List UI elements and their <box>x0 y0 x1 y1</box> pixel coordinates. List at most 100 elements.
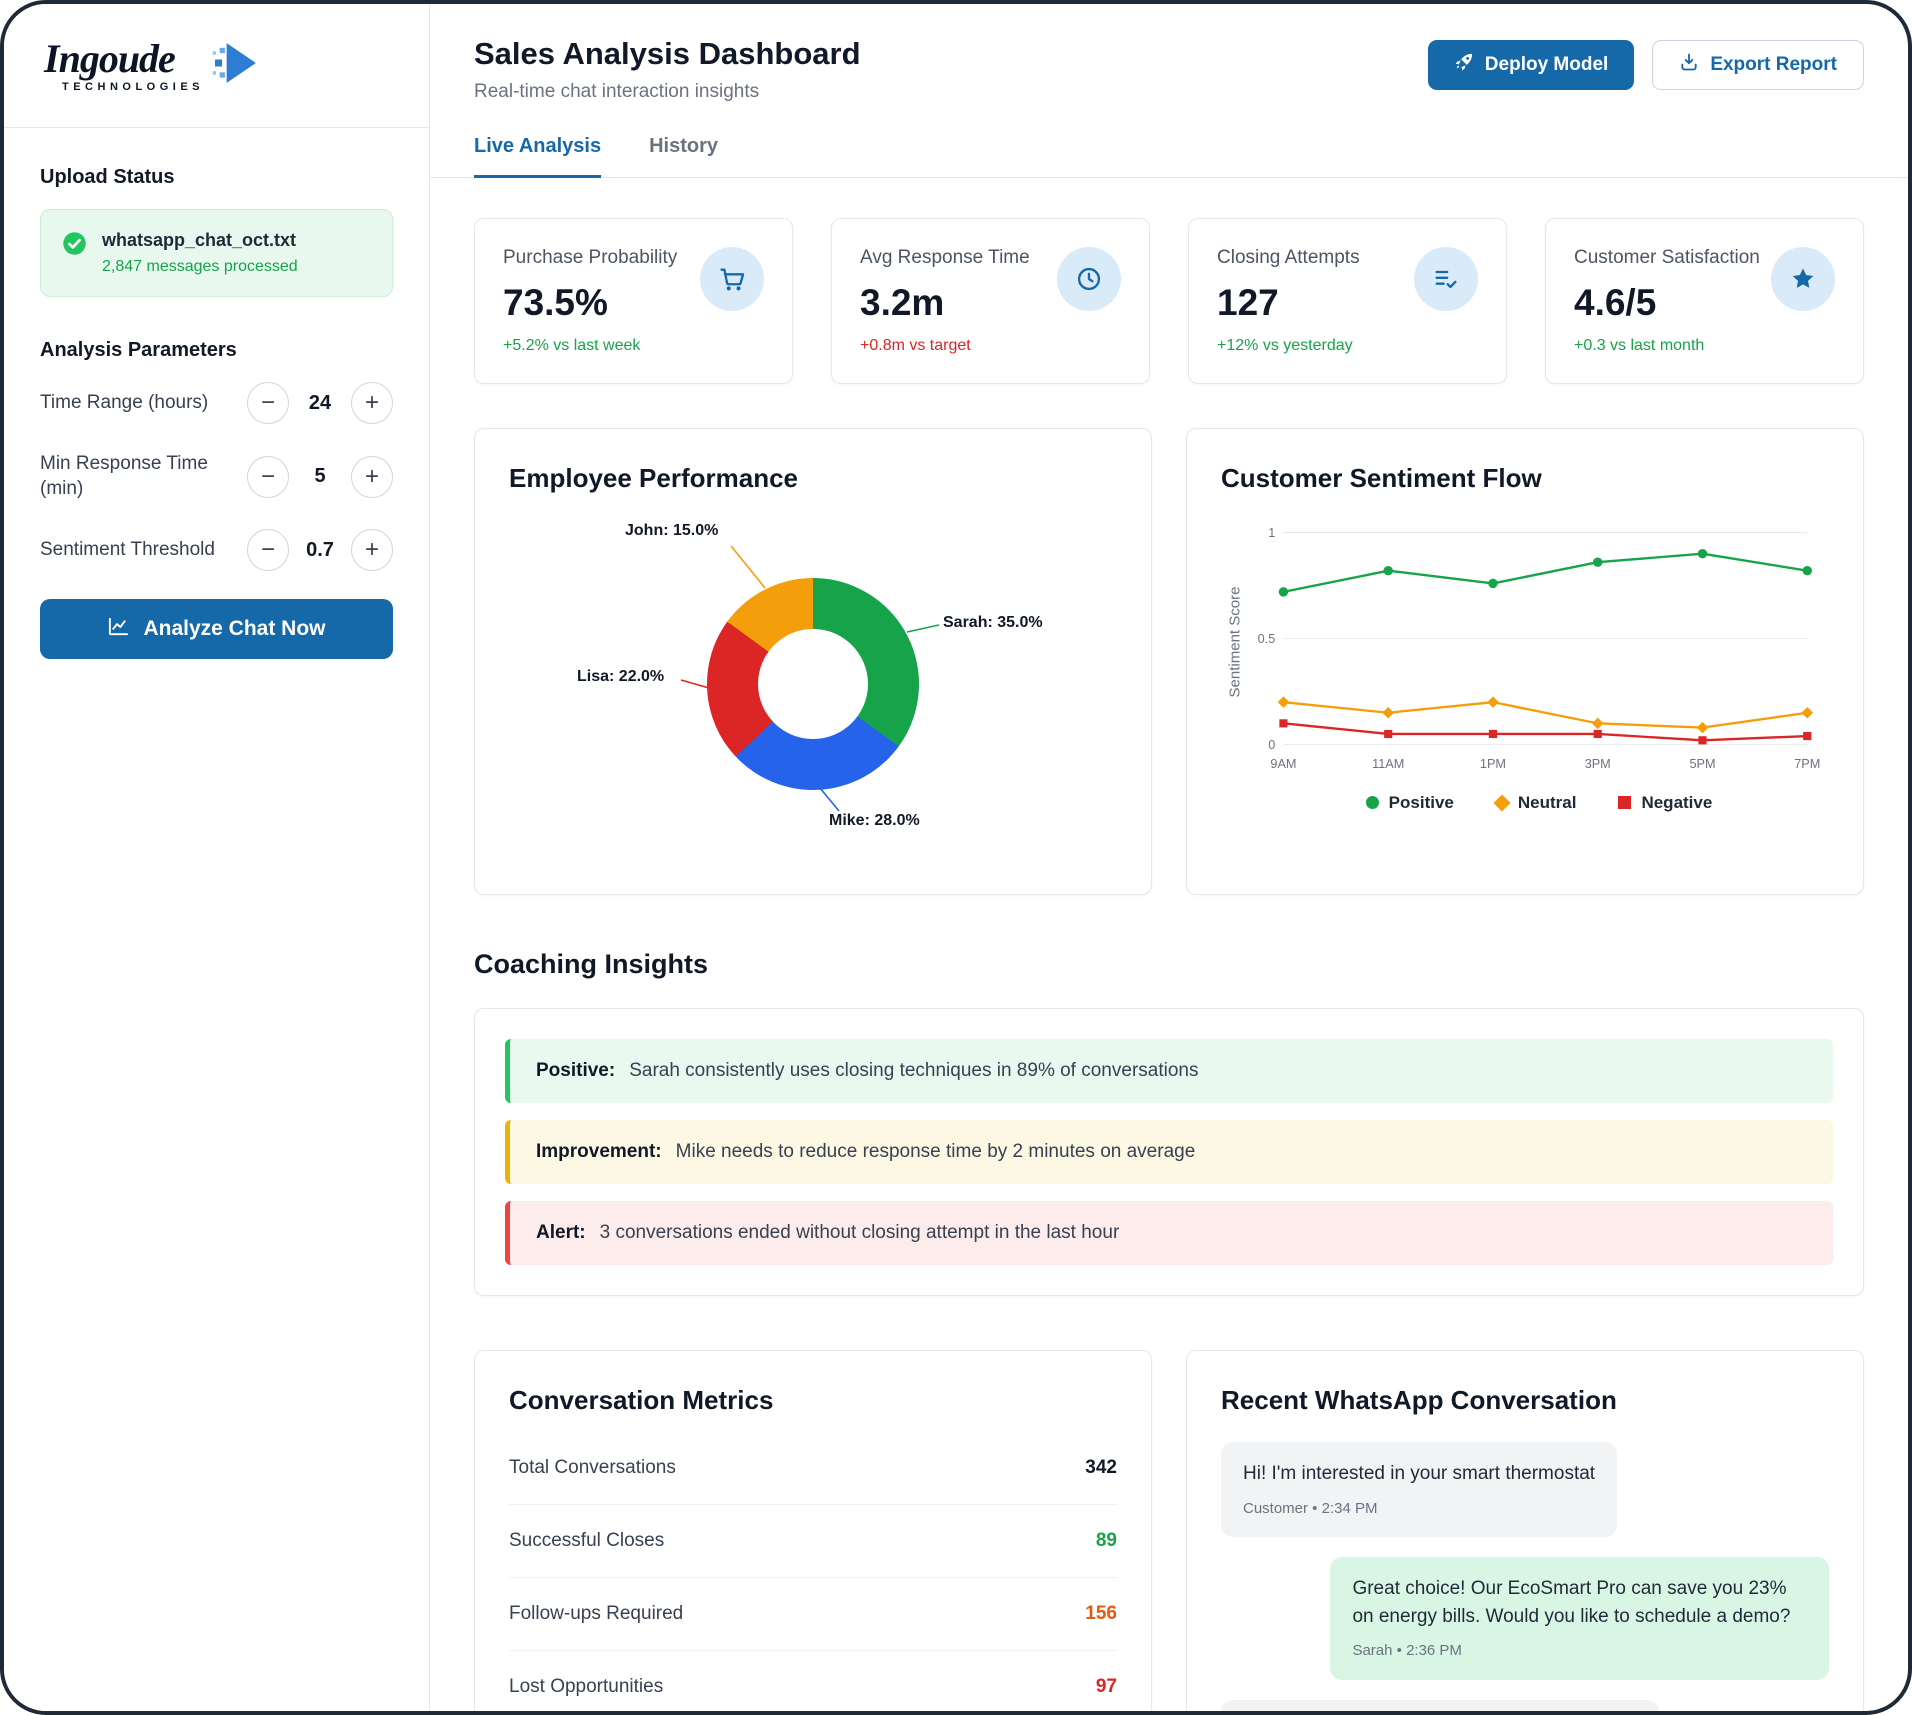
employee-performance-panel: Employee Performance Sarah: 35.0% Mike: … <box>474 428 1152 895</box>
conversation-metrics-panel: Conversation Metrics Total Conversations… <box>474 1350 1152 1711</box>
y-axis-label: Sentiment Score <box>1221 518 1249 813</box>
min-response-stepper: − 5 + <box>247 456 393 498</box>
analysis-parameters-heading: Analysis Parameters <box>40 339 393 362</box>
min-response-value: 5 <box>289 465 351 488</box>
svg-text:0: 0 <box>1268 738 1275 752</box>
param-label: Time Range (hours) <box>40 391 247 416</box>
param-label: Min Response Time (min) <box>40 452 247 501</box>
brand-logo: Ingoude Technologies <box>44 35 264 96</box>
stat-delta: +5.2% vs last week <box>503 337 677 355</box>
donut-chart <box>707 578 919 790</box>
uploaded-file-name: whatsapp_chat_oct.txt <box>102 230 298 251</box>
insight-tag: Positive: <box>536 1060 615 1082</box>
chat-message-text: Hi! I'm interested in your smart thermos… <box>1243 1460 1595 1488</box>
cart-icon <box>700 247 764 311</box>
stat-label: Customer Satisfaction <box>1574 247 1760 269</box>
sentiment-threshold-decrement-button[interactable]: − <box>247 529 289 571</box>
sentiment-flow-title: Customer Sentiment Flow <box>1221 463 1829 494</box>
insight-positive: Positive: Sarah consistently uses closin… <box>505 1039 1833 1103</box>
main-area: Sales Analysis Dashboard Real-time chat … <box>430 4 1908 1711</box>
sentiment-flow-panel: Customer Sentiment Flow Sentiment Score … <box>1186 428 1864 895</box>
stat-delta: +0.3 vs last month <box>1574 337 1760 355</box>
whatsapp-conversation-title: Recent WhatsApp Conversation <box>1221 1385 1829 1416</box>
donut-label-sarah: Sarah: 35.0% <box>943 614 1043 632</box>
list-check-icon <box>1414 247 1478 311</box>
sidebar: Ingoude Technologies Upload Status whats… <box>4 4 430 1711</box>
sentiment-threshold-increment-button[interactable]: + <box>351 529 393 571</box>
analyze-chat-button[interactable]: Analyze Chat Now <box>40 599 393 659</box>
metric-row-follow-ups: Follow-ups Required 156 <box>509 1578 1117 1651</box>
sentiment-chart-svg: 00.519AM11AM1PM3PM5PM7PM <box>1249 518 1829 783</box>
svg-text:7PM: 7PM <box>1794 757 1820 771</box>
tab-history[interactable]: History <box>649 135 718 178</box>
time-range-value: 24 <box>289 392 351 415</box>
deploy-model-button[interactable]: Deploy Model <box>1428 40 1635 90</box>
page-subtitle: Real-time chat interaction insights <box>474 81 861 103</box>
coaching-insights-card: Positive: Sarah consistently uses closin… <box>474 1008 1864 1296</box>
stat-card-customer-satisfaction: Customer Satisfaction 4.6/5 +0.3 vs last… <box>1545 218 1864 384</box>
min-response-decrement-button[interactable]: − <box>247 456 289 498</box>
stat-value: 3.2m <box>860 282 1030 324</box>
time-range-decrement-button[interactable]: − <box>247 382 289 424</box>
time-range-increment-button[interactable]: + <box>351 382 393 424</box>
positive-marker-icon <box>1366 796 1379 809</box>
analyze-chat-button-label: Analyze Chat Now <box>143 617 325 641</box>
tab-live-analysis[interactable]: Live Analysis <box>474 135 601 178</box>
clock-icon <box>1057 247 1121 311</box>
donut-label-lisa: Lisa: 22.0% <box>577 668 664 686</box>
rocket-icon <box>1454 52 1474 78</box>
upload-status-heading: Upload Status <box>40 166 393 189</box>
stat-label: Purchase Probability <box>503 247 677 269</box>
stat-delta: +0.8m vs target <box>860 337 1030 355</box>
download-icon <box>1679 52 1699 78</box>
uploaded-file-card: whatsapp_chat_oct.txt 2,847 messages pro… <box>40 209 393 297</box>
charts-row: Employee Performance Sarah: 35.0% Mike: … <box>474 428 1864 895</box>
svg-text:3PM: 3PM <box>1585 757 1611 771</box>
coaching-insights-section: Coaching Insights Positive: Sarah consis… <box>474 949 1864 1296</box>
donut-label-mike: Mike: 28.0% <box>829 812 920 830</box>
legend-item-neutral: Neutral <box>1496 793 1577 813</box>
stat-value: 127 <box>1217 282 1360 324</box>
page-header: Sales Analysis Dashboard Real-time chat … <box>430 4 1908 103</box>
legend-item-negative: Negative <box>1618 793 1712 813</box>
export-report-button[interactable]: Export Report <box>1652 40 1864 90</box>
chat-message-meta: Customer • 2:34 PM <box>1243 1498 1595 1520</box>
stat-card-closing-attempts: Closing Attempts 127 +12% vs yesterday <box>1188 218 1507 384</box>
chat-message-customer: Hi! I'm interested in your smart thermos… <box>1221 1442 1617 1537</box>
insight-tag: Alert: <box>536 1222 586 1244</box>
svg-text:0.5: 0.5 <box>1258 632 1276 646</box>
tab-bar: Live Analysis History <box>430 135 1908 178</box>
stat-card-avg-response-time: Avg Response Time 3.2m +0.8m vs target <box>831 218 1150 384</box>
employee-performance-title: Employee Performance <box>509 463 1117 494</box>
chat-message-meta: Sarah • 2:36 PM <box>1352 1640 1807 1662</box>
insight-text: Sarah consistently uses closing techniqu… <box>629 1060 1198 1082</box>
metric-row-total-conversations: Total Conversations 342 <box>509 1432 1117 1505</box>
negative-marker-icon <box>1618 796 1631 809</box>
insight-tag: Improvement: <box>536 1141 662 1163</box>
dashboard-content: Purchase Probability 73.5% +5.2% vs last… <box>430 178 1908 1711</box>
svg-text:1: 1 <box>1268 526 1275 540</box>
chat-message-list: Hi! I'm interested in your smart thermos… <box>1221 1442 1829 1711</box>
logo-block: Ingoude Technologies <box>4 4 429 128</box>
stat-card-purchase-probability: Purchase Probability 73.5% +5.2% vs last… <box>474 218 793 384</box>
param-min-response-time: Min Response Time (min) − 5 + <box>40 452 393 501</box>
star-icon <box>1771 247 1835 311</box>
svg-text:1PM: 1PM <box>1480 757 1506 771</box>
sentiment-legend: Positive Neutral Negative <box>1249 793 1829 813</box>
legend-item-positive: Positive <box>1366 793 1454 813</box>
chat-message-text: Great choice! Our EcoSmart Pro can save … <box>1352 1575 1807 1630</box>
brand-name: Ingoude <box>44 39 204 79</box>
stat-label: Closing Attempts <box>1217 247 1360 269</box>
stats-grid: Purchase Probability 73.5% +5.2% vs last… <box>474 218 1864 384</box>
min-response-increment-button[interactable]: + <box>351 456 393 498</box>
deploy-model-label: Deploy Model <box>1485 54 1609 76</box>
bottom-row: Conversation Metrics Total Conversations… <box>474 1350 1864 1711</box>
stat-value: 4.6/5 <box>1574 282 1760 324</box>
svg-text:9AM: 9AM <box>1270 757 1296 771</box>
stat-value: 73.5% <box>503 282 677 324</box>
insight-text: Mike needs to reduce response time by 2 … <box>676 1141 1196 1163</box>
coaching-insights-title: Coaching Insights <box>474 949 1864 980</box>
sentiment-threshold-value: 0.7 <box>289 539 351 562</box>
param-sentiment-threshold: Sentiment Threshold − 0.7 + <box>40 529 393 571</box>
logo-arrow-icon <box>208 35 264 96</box>
